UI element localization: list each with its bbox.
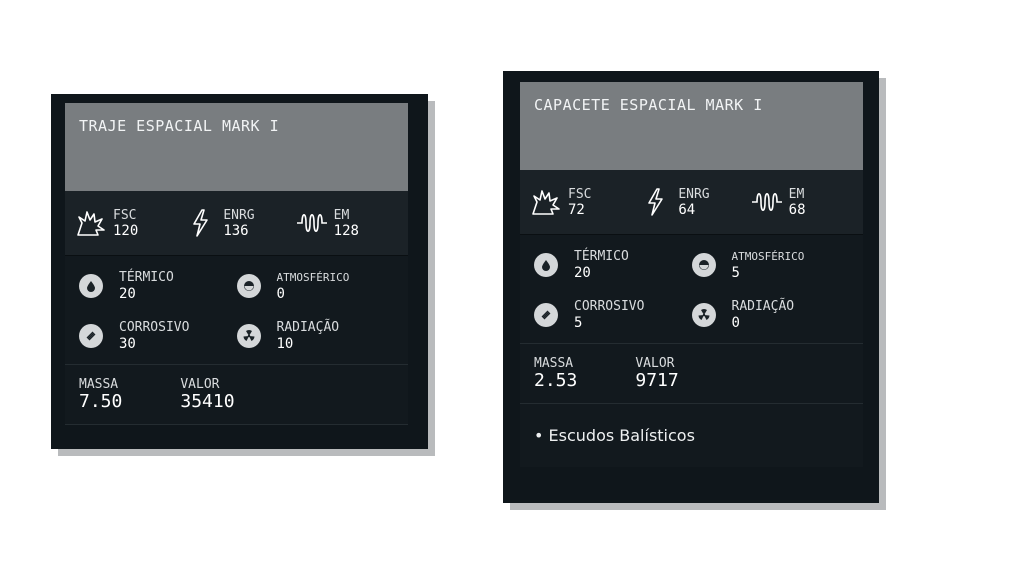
resist-atmospheric: ATMOSFÉRICO 5 <box>691 243 850 287</box>
stat-energy: ENRG 136 <box>185 208 287 239</box>
item-title-panel: TRAJE ESPACIAL MARK I <box>65 103 408 191</box>
atmosphere-icon <box>236 274 261 298</box>
item-card-suit[interactable]: TRAJE ESPACIAL MARK I FSC 120 ENRG 136 E… <box>51 94 428 449</box>
item-card-helmet[interactable]: CAPACETE ESPACIAL MARK I FSC 72 ENRG 64 <box>503 71 879 503</box>
value-stat: VALOR 9717 <box>635 356 678 391</box>
resist-value: 10 <box>276 336 294 352</box>
stat-value: 64 <box>678 201 696 218</box>
resist-value: 0 <box>276 286 285 302</box>
mass-value: 2.53 <box>534 370 578 391</box>
value-stat: VALOR 35410 <box>180 377 234 412</box>
item-title-panel: CAPACETE ESPACIAL MARK I <box>520 82 863 170</box>
resist-label: CORROSIVO <box>574 299 645 314</box>
thermal-drop-icon <box>79 274 103 298</box>
resist-thermal: TÉRMICO 20 <box>534 243 692 287</box>
explosion-icon <box>77 211 105 236</box>
stat-label: FSC <box>568 186 592 202</box>
stat-label: EM <box>788 186 805 202</box>
resist-label: TÉRMICO <box>119 270 174 285</box>
resist-thermal: TÉRMICO 20 <box>79 264 237 308</box>
mass-label: MASSA <box>79 377 119 392</box>
mass-stat: MASSA 2.53 <box>534 356 577 391</box>
stat-value: 128 <box>333 222 359 239</box>
resist-label: ATMOSFÉRICO <box>731 250 805 263</box>
stat-label: ENRG <box>678 186 710 202</box>
environment-resist-block: TÉRMICO 20 ATMOSFÉRICO 5 CORROSIVO 5 RAD… <box>520 234 863 344</box>
em-wave-icon <box>296 213 327 233</box>
value-label: VALOR <box>635 356 675 371</box>
resist-label: ATMOSFÉRICO <box>276 271 350 284</box>
resist-radiation: RADIAÇÃO 0 <box>691 293 850 337</box>
item-feature: • Escudos Balísticos <box>534 426 695 445</box>
resist-value: 5 <box>574 315 583 331</box>
stat-label: ENRG <box>223 207 255 223</box>
resist-value: 5 <box>731 265 740 281</box>
resist-value: 20 <box>119 286 136 302</box>
resist-atmospheric: ATMOSFÉRICO 0 <box>236 264 395 308</box>
mass-value-block: MASSA 7.50 VALOR 35410 <box>65 365 408 425</box>
lightning-icon <box>193 209 209 237</box>
radiation-icon <box>691 303 716 327</box>
stat-label: EM <box>333 207 350 223</box>
mass-value: 7.50 <box>79 391 123 412</box>
item-title: TRAJE ESPACIAL MARK I <box>79 117 280 135</box>
stat-energy: ENRG 64 <box>640 187 742 218</box>
lightning-icon <box>648 188 664 216</box>
resist-value: 20 <box>574 265 591 281</box>
stat-em: EM 68 <box>751 187 853 218</box>
radiation-icon <box>236 324 261 348</box>
stat-physical: FSC 120 <box>75 208 177 239</box>
environment-resist-block: TÉRMICO 20 ATMOSFÉRICO 0 CORROSIVO 30 RA… <box>65 255 408 365</box>
value-label: VALOR <box>180 377 220 392</box>
stat-value: 68 <box>788 201 806 218</box>
resist-corrosive: CORROSIVO 30 <box>79 314 237 358</box>
corrosive-icon <box>79 324 103 348</box>
value-amount: 35410 <box>180 391 235 412</box>
stat-em: EM 128 <box>296 208 398 239</box>
stat-label: FSC <box>113 207 137 223</box>
item-title: CAPACETE ESPACIAL MARK I <box>534 96 763 114</box>
stat-value: 136 <box>223 222 249 239</box>
resist-label: RADIAÇÃO <box>731 299 795 314</box>
resist-corrosive: CORROSIVO 5 <box>534 293 692 337</box>
explosion-icon <box>532 190 560 215</box>
resist-value: 30 <box>119 336 136 352</box>
stat-physical: FSC 72 <box>530 187 632 218</box>
damage-resist-row: FSC 72 ENRG 64 EM 68 <box>520 170 863 234</box>
corrosive-icon <box>534 303 558 327</box>
stat-value: 72 <box>568 201 585 218</box>
mass-label: MASSA <box>534 356 574 371</box>
resist-label: RADIAÇÃO <box>276 320 340 335</box>
mass-value-block: MASSA 2.53 VALOR 9717 <box>520 344 863 404</box>
resist-label: CORROSIVO <box>119 320 190 335</box>
damage-resist-row: FSC 120 ENRG 136 EM 128 <box>65 191 408 255</box>
em-wave-icon <box>751 192 782 212</box>
item-feature-block: • Escudos Balísticos <box>520 404 863 467</box>
resist-label: TÉRMICO <box>574 249 629 264</box>
stat-value: 120 <box>113 222 139 239</box>
resist-value: 0 <box>731 315 740 331</box>
thermal-drop-icon <box>534 253 558 277</box>
value-amount: 9717 <box>635 370 679 391</box>
mass-stat: MASSA 7.50 <box>79 377 122 412</box>
atmosphere-icon <box>691 253 716 277</box>
resist-radiation: RADIAÇÃO 10 <box>236 314 395 358</box>
